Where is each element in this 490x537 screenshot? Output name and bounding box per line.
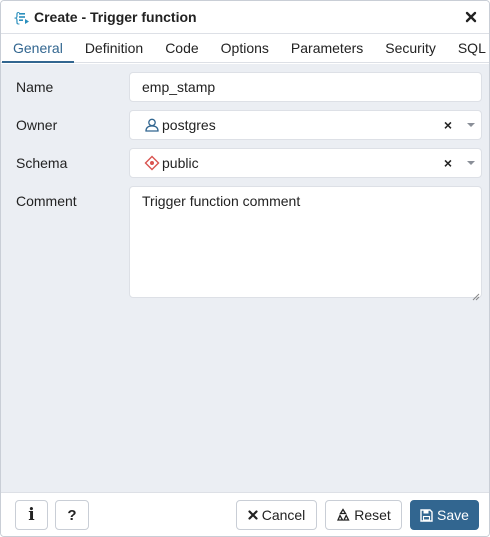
tab-options[interactable]: Options bbox=[210, 34, 280, 62]
tab-definition[interactable]: Definition bbox=[74, 34, 154, 62]
tab-bar: General Definition Code Options Paramete… bbox=[1, 34, 489, 63]
owner-select[interactable]: postgres × bbox=[129, 110, 482, 140]
chevron-down-icon[interactable] bbox=[461, 111, 481, 139]
comment-textarea[interactable]: Trigger function comment bbox=[129, 186, 482, 298]
save-icon bbox=[420, 508, 433, 522]
comment-label: Comment bbox=[16, 193, 77, 209]
tab-parameters[interactable]: Parameters bbox=[280, 34, 374, 62]
owner-value: postgres bbox=[162, 117, 216, 133]
dialog-title: Create - Trigger function bbox=[34, 9, 197, 25]
close-icon[interactable] bbox=[463, 9, 479, 25]
tab-general[interactable]: General bbox=[2, 34, 74, 63]
save-button[interactable]: Save bbox=[410, 500, 479, 530]
general-panel: Name Owner postgres × Schema bbox=[1, 64, 489, 492]
schema-value: public bbox=[162, 155, 199, 171]
help-icon: ? bbox=[67, 506, 77, 524]
close-icon bbox=[248, 510, 258, 520]
info-icon: i bbox=[28, 505, 35, 525]
cancel-button[interactable]: Cancel bbox=[236, 500, 317, 530]
owner-label: Owner bbox=[16, 117, 58, 133]
name-label: Name bbox=[16, 79, 54, 95]
resize-grip-icon[interactable] bbox=[472, 288, 480, 301]
schema-label: Schema bbox=[16, 155, 68, 171]
dialog-titlebar[interactable]: { Create - Trigger function bbox=[1, 1, 489, 34]
cancel-label: Cancel bbox=[261, 507, 306, 523]
tab-sql[interactable]: SQL bbox=[447, 34, 489, 62]
help-button[interactable]: ? bbox=[55, 500, 89, 530]
owner-clear-icon[interactable]: × bbox=[441, 117, 455, 133]
recycle-icon bbox=[336, 508, 350, 522]
trigger-function-icon: { bbox=[13, 8, 31, 26]
info-button[interactable]: i bbox=[15, 500, 48, 530]
schema-clear-icon[interactable]: × bbox=[441, 155, 455, 171]
schema-icon bbox=[144, 155, 160, 171]
name-input[interactable] bbox=[129, 72, 482, 102]
comment-wrapper: Trigger function comment bbox=[129, 186, 482, 301]
tab-code[interactable]: Code bbox=[154, 34, 209, 62]
reset-label: Reset bbox=[354, 507, 391, 523]
chevron-down-icon[interactable] bbox=[461, 149, 481, 177]
save-label: Save bbox=[437, 507, 469, 523]
dialog-footer: i ? Cancel Reset Save bbox=[1, 492, 489, 536]
schema-select[interactable]: public × bbox=[129, 148, 482, 178]
reset-button[interactable]: Reset bbox=[325, 500, 402, 530]
tab-security[interactable]: Security bbox=[374, 34, 447, 62]
user-icon bbox=[144, 117, 160, 133]
create-trigger-function-dialog: { Create - Trigger function General Defi… bbox=[0, 0, 490, 537]
